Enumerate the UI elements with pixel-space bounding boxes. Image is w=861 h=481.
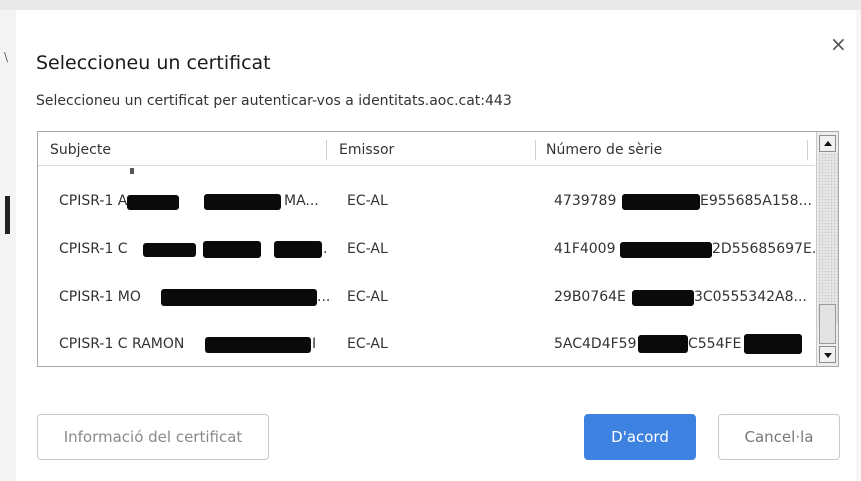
table-row[interactable]: CPISR-1 MO ... EC-AL 29B0764E 3C0555342A… xyxy=(38,275,815,319)
close-icon[interactable]: × xyxy=(830,34,847,54)
cell-subject: CPISR-1 C RAMON xyxy=(59,336,185,352)
partially-hidden-row xyxy=(86,168,166,174)
table-row[interactable]: CPISR-1 C RAMON I EC-AL 5AC4D4F59 C554FE xyxy=(38,322,815,366)
dialog-subtitle: Seleccioneu un certificat per autenticar… xyxy=(36,93,512,109)
background-page-edge-right xyxy=(856,10,861,481)
chevron-up-icon[interactable] xyxy=(819,135,836,152)
redaction-mark xyxy=(632,290,694,306)
scrollbar-track[interactable] xyxy=(818,153,838,323)
redaction-mark xyxy=(205,337,311,353)
background-page-edge: \ xyxy=(0,10,16,481)
list-scrollbar[interactable] xyxy=(816,132,838,366)
cell-serial-tail: 3C0555342A8... xyxy=(694,289,807,305)
list-header: Subjecte Emissor Número de sèrie xyxy=(38,132,815,166)
table-row[interactable]: CPISR-1 A MA... EC-AL 4739789 E955685A15… xyxy=(38,179,815,223)
column-header-subject[interactable]: Subjecte xyxy=(50,132,111,165)
cancel-button[interactable]: Cancel·la xyxy=(718,414,840,460)
redaction-mark xyxy=(620,242,712,258)
redaction-mark xyxy=(127,195,179,210)
redaction-mark xyxy=(744,334,802,354)
cell-issuer: EC-AL xyxy=(347,289,388,305)
cell-issuer: EC-AL xyxy=(347,336,388,352)
cell-subject-tail: MA... xyxy=(284,193,319,209)
dialog-title: Seleccioneu un certificat xyxy=(36,52,271,74)
cell-serial: 4739789 xyxy=(554,193,617,209)
redaction-mark xyxy=(638,335,688,353)
cell-subject: CPISR-1 A xyxy=(59,193,128,209)
column-separator xyxy=(807,140,808,160)
cell-subject-tail: I xyxy=(312,336,317,352)
ok-button[interactable]: D'acord xyxy=(584,414,696,460)
redaction-mark xyxy=(274,241,322,258)
cell-issuer: EC-AL xyxy=(347,193,388,209)
table-row[interactable]: CPISR-1 C . EC-AL 41F4009 2D55685697E... xyxy=(38,227,825,271)
redaction-mark xyxy=(203,241,261,258)
browser-top-strip xyxy=(0,0,861,10)
cell-serial: 5AC4D4F59 xyxy=(554,336,637,352)
cell-serial: 29B0764E xyxy=(554,289,626,305)
redaction-mark xyxy=(161,289,317,306)
column-header-issuer[interactable]: Emissor xyxy=(339,132,394,165)
column-separator xyxy=(535,140,536,160)
background-fragment: \ xyxy=(4,50,9,64)
cell-subject: CPISR-1 C xyxy=(59,241,128,257)
column-separator xyxy=(326,140,327,160)
cell-serial-tail: E955685A158... xyxy=(700,193,812,209)
cell-subject-tail: . xyxy=(323,241,328,257)
redaction-mark xyxy=(143,243,196,257)
column-header-serial[interactable]: Número de sèrie xyxy=(546,132,662,165)
cell-serial-tail: 2D55685697E... xyxy=(712,241,826,257)
redaction-mark xyxy=(622,194,700,210)
certificate-list[interactable]: Subjecte Emissor Número de sèrie CPISR-1… xyxy=(37,131,839,367)
chevron-down-icon[interactable] xyxy=(819,346,836,363)
scrollbar-thumb[interactable] xyxy=(819,304,836,344)
redaction-mark xyxy=(204,194,281,210)
cell-serial: 41F4009 xyxy=(554,241,616,257)
cell-issuer: EC-AL xyxy=(347,241,388,257)
cell-subject: CPISR-1 MO xyxy=(59,289,141,305)
cell-subject-tail: ... xyxy=(317,289,331,305)
certificate-dialog: Seleccioneu un certificat Seleccioneu un… xyxy=(16,18,856,481)
background-fragment-bar xyxy=(5,196,10,234)
certificate-info-button[interactable]: Informació del certificat xyxy=(37,414,269,460)
cell-serial-tail: C554FE xyxy=(688,336,742,352)
